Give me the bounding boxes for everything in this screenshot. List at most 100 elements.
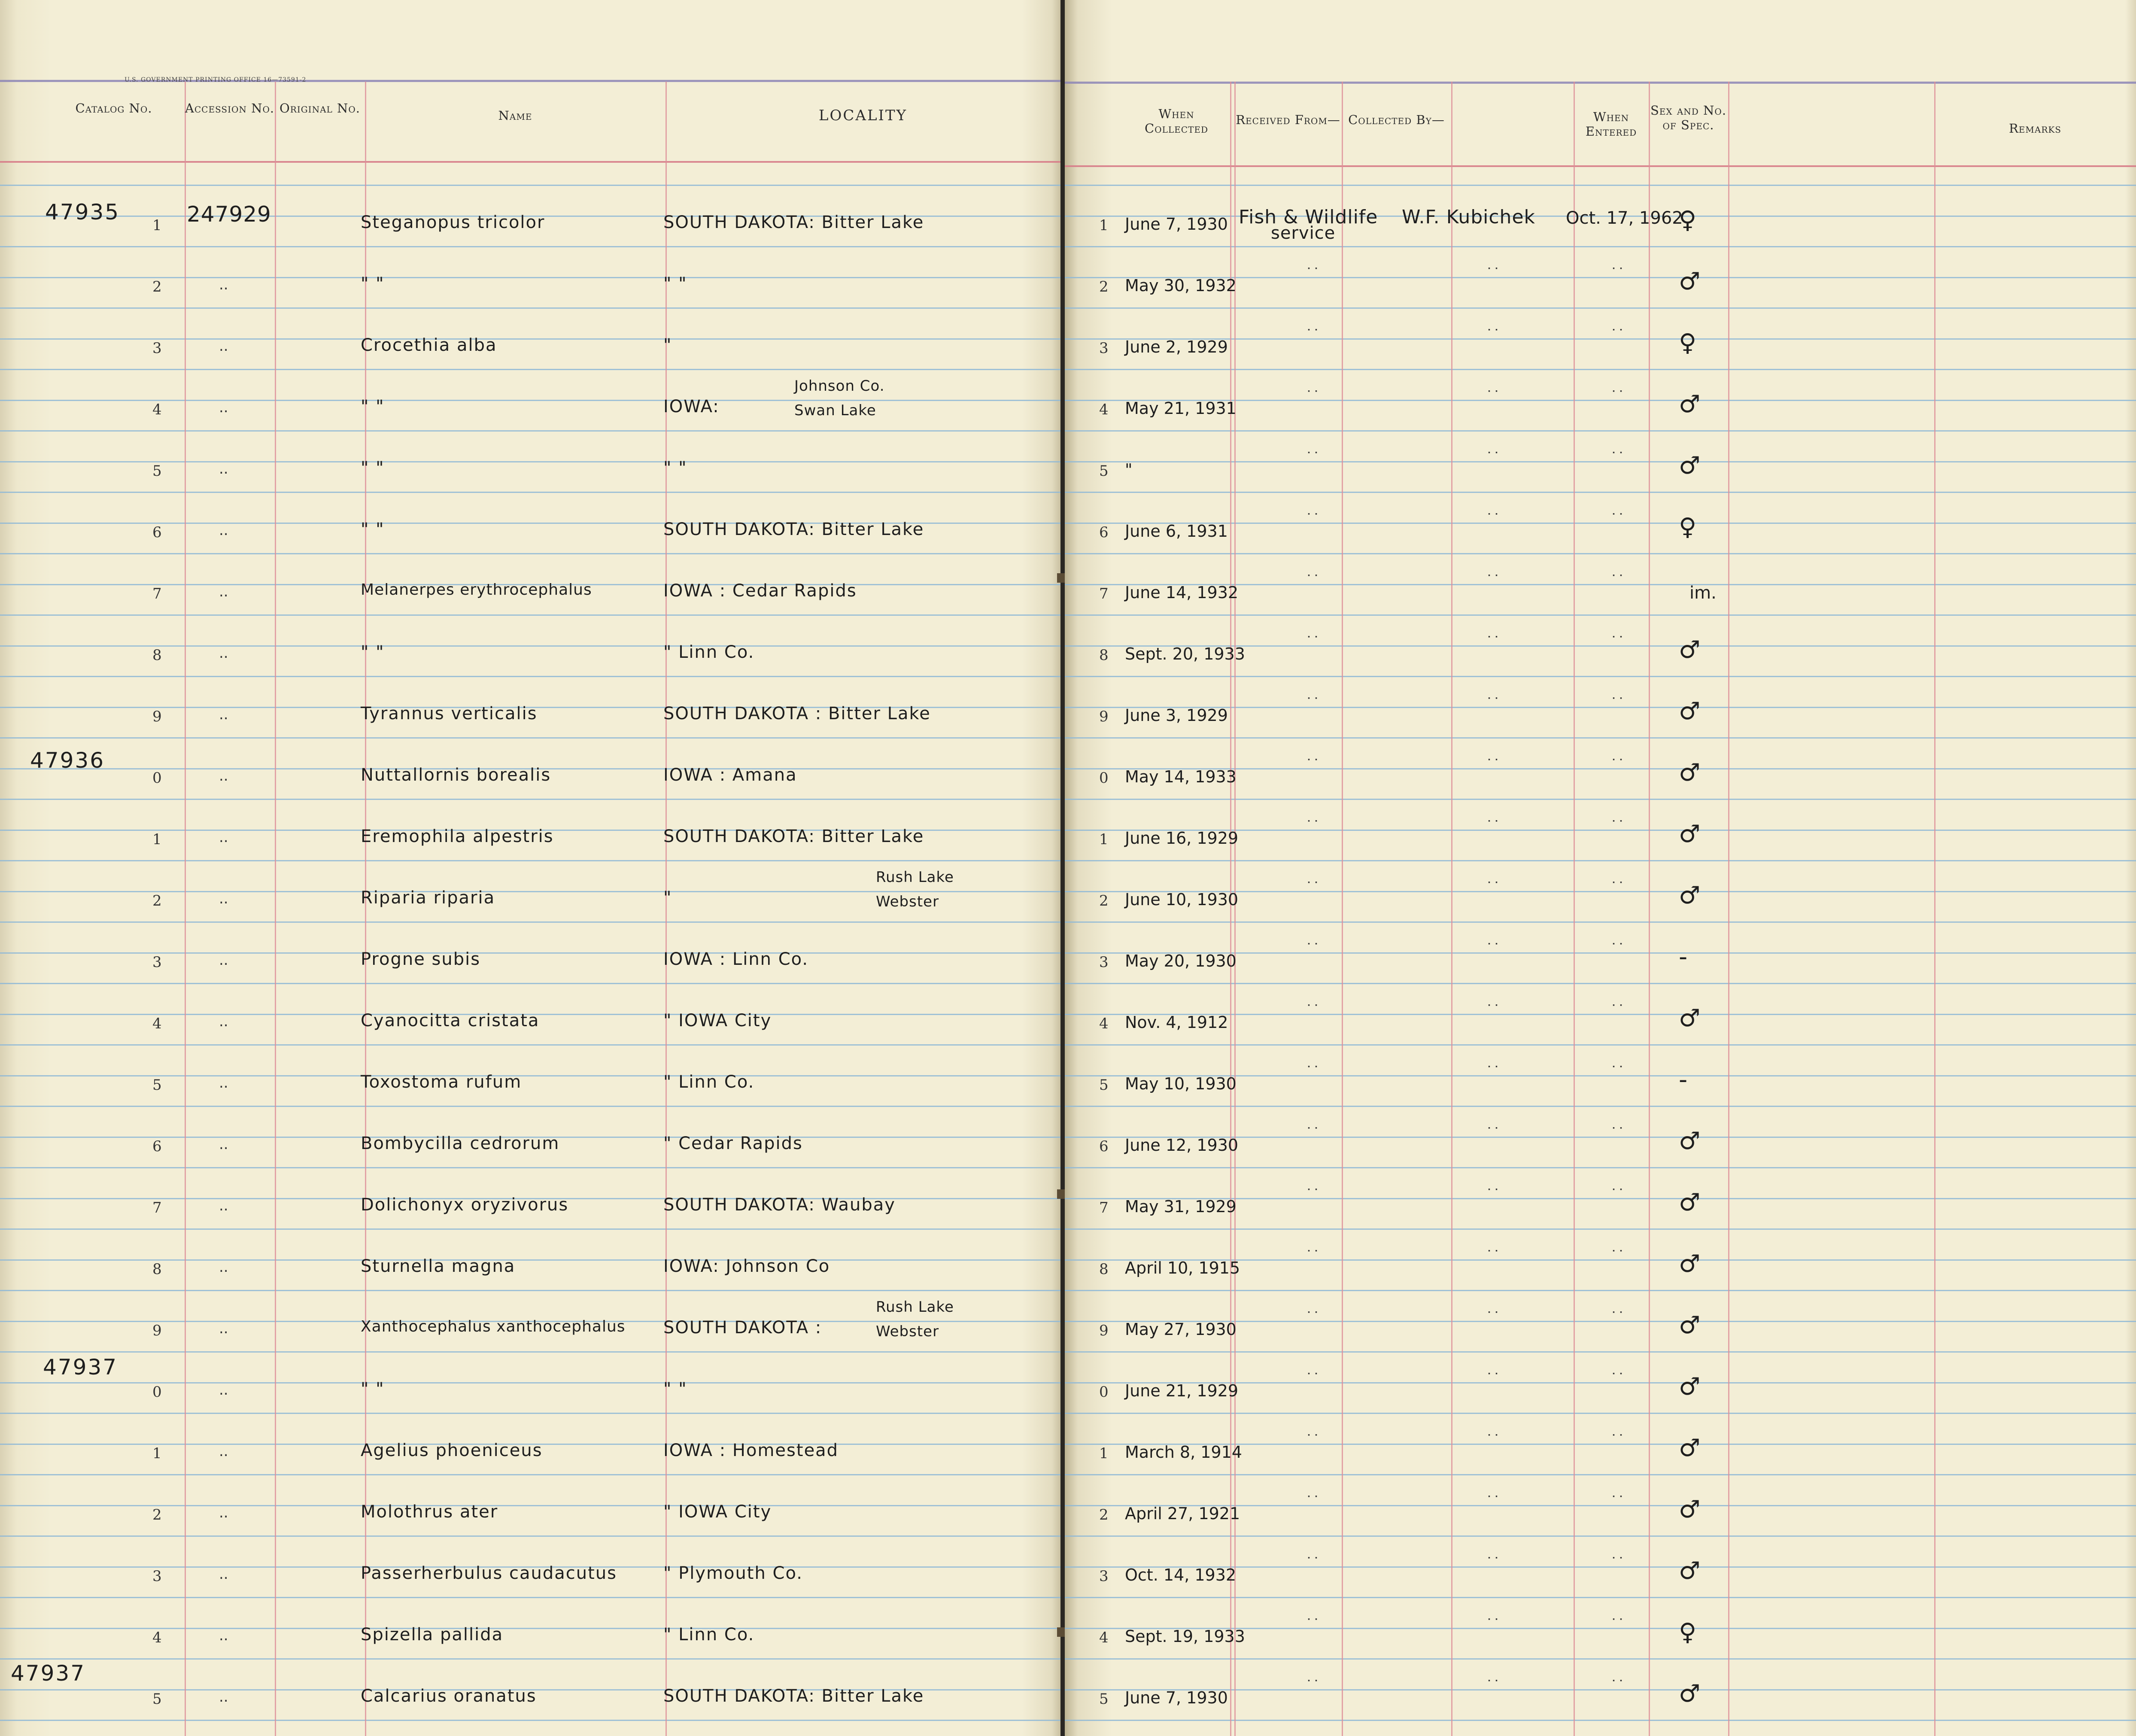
when-collected: June 10, 1930 xyxy=(1125,890,1239,909)
column-rule xyxy=(1728,82,1729,1736)
species-name: Passerherbulus caudacutus xyxy=(361,1563,617,1583)
row-digit: 4 xyxy=(152,401,162,418)
row-digit: 9 xyxy=(1099,1322,1109,1339)
locality: " Linn Co. xyxy=(663,1625,755,1645)
sex-symbol: ♂ xyxy=(1679,1250,1701,1278)
ditto-mark: ˙˙ xyxy=(1610,265,1625,283)
sex-symbol: ♂ xyxy=(1679,1434,1701,1462)
sex-symbol: ♂ xyxy=(1679,1373,1701,1401)
row-digit: 5 xyxy=(1099,462,1109,480)
ruling-line xyxy=(0,983,1060,984)
ruling-line xyxy=(1065,553,2136,554)
sex-symbol: ♂ xyxy=(1679,697,1701,725)
ditto-mark: .. xyxy=(219,1197,228,1214)
locality: IOWA: Johnson Co xyxy=(663,1256,830,1276)
locality: " Plymouth Co. xyxy=(663,1563,803,1583)
species-name: Eremophila alpestris xyxy=(361,827,554,846)
locality: SOUTH DAKOTA : xyxy=(663,1318,822,1338)
ruling-line xyxy=(0,246,1060,247)
sex-symbol: im. xyxy=(1689,583,1717,603)
ruling-line xyxy=(0,921,1060,923)
ditto-mark: ˙˙ xyxy=(1610,572,1625,590)
ruling-line xyxy=(1065,921,2136,923)
when-collected: May 27, 1930 xyxy=(1125,1320,1237,1339)
ditto-mark: ˙˙ xyxy=(1305,941,1320,958)
ruling-line xyxy=(1065,1167,2136,1168)
catalog-number: 47936 xyxy=(30,748,105,773)
ditto-mark: ˙˙ xyxy=(1305,1248,1320,1265)
when-collected: June 3, 1929 xyxy=(1125,706,1228,725)
ditto-mark: ˙˙ xyxy=(1486,634,1500,651)
ditto-mark: .. xyxy=(219,952,228,969)
ditto-mark: ˙˙ xyxy=(1610,1493,1625,1511)
row-digit: 8 xyxy=(1099,1261,1109,1278)
row-digit: 6 xyxy=(1099,1138,1109,1155)
when-entered: Oct. 17, 1962 xyxy=(1566,208,1683,228)
when-collected: Oct. 14, 1932 xyxy=(1125,1566,1237,1584)
species-name: " " xyxy=(361,397,385,417)
when-collected: " xyxy=(1125,460,1133,479)
when-collected: June 2, 1929 xyxy=(1125,337,1228,356)
species-name: Steganopus tricolor xyxy=(361,213,545,232)
ruling-line xyxy=(0,1658,1060,1660)
ditto-mark: ˙˙ xyxy=(1610,1678,1625,1695)
ditto-mark: ˙˙ xyxy=(1610,757,1625,774)
ditto-mark: ˙˙ xyxy=(1486,941,1500,958)
ruling-line xyxy=(1065,369,2136,370)
ditto-mark: ˙˙ xyxy=(1486,1616,1500,1633)
sex-symbol: - xyxy=(1679,1066,1688,1094)
header-catalog-no: Catalog No. xyxy=(75,101,152,116)
ditto-mark: .. xyxy=(219,276,228,293)
row-digit: 0 xyxy=(1099,1383,1109,1401)
row-digit: 1 xyxy=(152,831,162,848)
ditto-mark: ˙˙ xyxy=(1486,1678,1500,1695)
row-digit: 7 xyxy=(152,585,162,602)
ditto-mark: ˙˙ xyxy=(1610,327,1625,344)
when-collected: May 31, 1929 xyxy=(1125,1197,1237,1216)
ruling-line xyxy=(1065,1658,2136,1660)
row-digit: 0 xyxy=(1099,769,1109,787)
when-collected: June 16, 1929 xyxy=(1125,829,1239,848)
row-digit: 9 xyxy=(152,708,162,725)
row-digit: 1 xyxy=(1099,831,1109,848)
ditto-mark: ˙˙ xyxy=(1610,388,1625,405)
locality: " Linn Co. xyxy=(663,1072,755,1092)
row-digit: 4 xyxy=(152,1629,162,1646)
when-collected: June 21, 1929 xyxy=(1125,1381,1239,1400)
printer-line: U.S. GOVERNMENT PRINTING OFFICE 16—73591… xyxy=(125,76,307,83)
ditto-mark: ˙˙ xyxy=(1610,450,1625,467)
ditto-mark: ˙˙ xyxy=(1305,265,1320,283)
species-name: Bombycilla cedrorum xyxy=(361,1134,560,1153)
ditto-mark: ˙˙ xyxy=(1610,1186,1625,1204)
locality: SOUTH DAKOTA : Bitter Lake xyxy=(663,704,931,724)
when-collected: June 12, 1930 xyxy=(1125,1136,1239,1155)
ditto-mark: ˙˙ xyxy=(1610,695,1625,712)
ditto-mark: ˙˙ xyxy=(1610,1002,1625,1019)
when-collected: April 27, 1921 xyxy=(1125,1504,1240,1523)
collected-by: W.F. Kubichek xyxy=(1402,206,1535,228)
when-collected: May 14, 1933 xyxy=(1125,767,1237,786)
species-name: " " xyxy=(361,274,385,294)
ditto-mark: ˙˙ xyxy=(1486,327,1500,344)
header-name: Name xyxy=(498,108,532,123)
locality: IOWA : Cedar Rapids xyxy=(663,581,857,601)
sex-symbol: ♂ xyxy=(1679,1311,1701,1339)
ditto-mark: ˙˙ xyxy=(1486,1555,1500,1572)
sex-symbol: ♂ xyxy=(1679,636,1701,664)
row-digit: 5 xyxy=(152,462,162,480)
row-digit: 5 xyxy=(1099,1690,1109,1708)
when-collected: June 6, 1931 xyxy=(1125,522,1228,541)
row-digit: 5 xyxy=(1099,1076,1109,1094)
ditto-mark: ˙˙ xyxy=(1610,1309,1625,1326)
locality: " Cedar Rapids xyxy=(663,1134,803,1153)
ruling-line xyxy=(1065,737,2136,739)
ditto-mark: ˙˙ xyxy=(1486,757,1500,774)
locality: SOUTH DAKOTA: Waubay xyxy=(663,1195,896,1215)
species-name: Progne subis xyxy=(361,949,481,969)
species-name: Agelius phoeniceus xyxy=(361,1441,543,1460)
row-digit: 8 xyxy=(152,647,162,664)
ditto-mark: ˙˙ xyxy=(1486,265,1500,283)
species-name: Nuttallornis borealis xyxy=(361,765,551,785)
locality: " " xyxy=(663,274,687,294)
locality: IOWA : Homestead xyxy=(663,1441,839,1460)
